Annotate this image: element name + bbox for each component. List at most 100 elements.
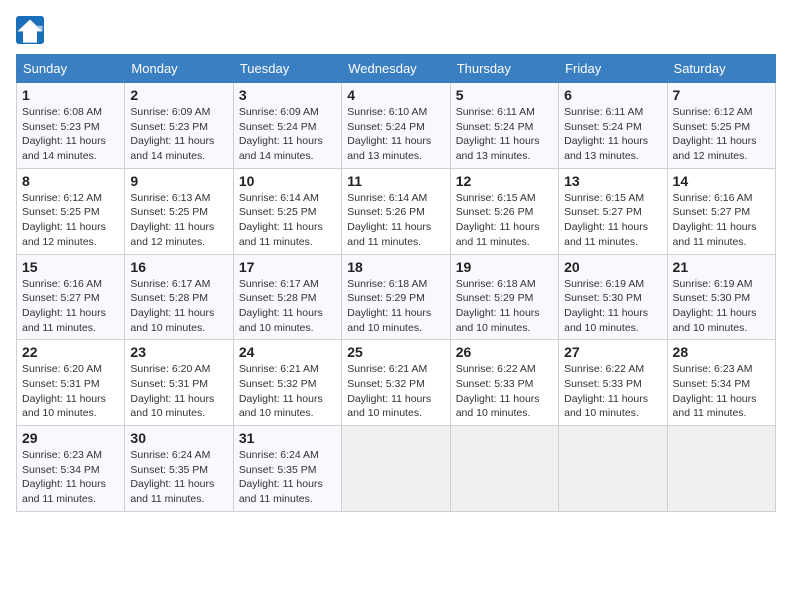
day-number: 27 bbox=[564, 344, 661, 360]
day-number: 13 bbox=[564, 173, 661, 189]
day-number: 1 bbox=[22, 87, 119, 103]
day-number: 28 bbox=[673, 344, 770, 360]
day-info: Sunrise: 6:09 AM Sunset: 5:24 PM Dayligh… bbox=[239, 105, 336, 164]
calendar-cell: 21 Sunrise: 6:19 AM Sunset: 5:30 PM Dayl… bbox=[667, 254, 775, 340]
logo bbox=[16, 16, 48, 44]
day-info: Sunrise: 6:21 AM Sunset: 5:32 PM Dayligh… bbox=[347, 362, 444, 421]
day-number: 16 bbox=[130, 259, 227, 275]
calendar-row-3: 22 Sunrise: 6:20 AM Sunset: 5:31 PM Dayl… bbox=[17, 340, 776, 426]
day-info: Sunrise: 6:24 AM Sunset: 5:35 PM Dayligh… bbox=[130, 448, 227, 507]
calendar-row-2: 15 Sunrise: 6:16 AM Sunset: 5:27 PM Dayl… bbox=[17, 254, 776, 340]
calendar-cell: 23 Sunrise: 6:20 AM Sunset: 5:31 PM Dayl… bbox=[125, 340, 233, 426]
day-info: Sunrise: 6:15 AM Sunset: 5:26 PM Dayligh… bbox=[456, 191, 553, 250]
calendar-cell: 6 Sunrise: 6:11 AM Sunset: 5:24 PM Dayli… bbox=[559, 83, 667, 169]
calendar-table: SundayMondayTuesdayWednesdayThursdayFrid… bbox=[16, 54, 776, 512]
day-info: Sunrise: 6:18 AM Sunset: 5:29 PM Dayligh… bbox=[347, 277, 444, 336]
day-info: Sunrise: 6:22 AM Sunset: 5:33 PM Dayligh… bbox=[564, 362, 661, 421]
day-info: Sunrise: 6:11 AM Sunset: 5:24 PM Dayligh… bbox=[564, 105, 661, 164]
calendar-cell: 14 Sunrise: 6:16 AM Sunset: 5:27 PM Dayl… bbox=[667, 168, 775, 254]
day-info: Sunrise: 6:23 AM Sunset: 5:34 PM Dayligh… bbox=[673, 362, 770, 421]
day-number: 30 bbox=[130, 430, 227, 446]
day-info: Sunrise: 6:10 AM Sunset: 5:24 PM Dayligh… bbox=[347, 105, 444, 164]
calendar-cell: 5 Sunrise: 6:11 AM Sunset: 5:24 PM Dayli… bbox=[450, 83, 558, 169]
day-number: 31 bbox=[239, 430, 336, 446]
calendar-cell: 2 Sunrise: 6:09 AM Sunset: 5:23 PM Dayli… bbox=[125, 83, 233, 169]
day-number: 18 bbox=[347, 259, 444, 275]
day-info: Sunrise: 6:20 AM Sunset: 5:31 PM Dayligh… bbox=[22, 362, 119, 421]
day-info: Sunrise: 6:23 AM Sunset: 5:34 PM Dayligh… bbox=[22, 448, 119, 507]
calendar-cell: 20 Sunrise: 6:19 AM Sunset: 5:30 PM Dayl… bbox=[559, 254, 667, 340]
calendar-cell: 19 Sunrise: 6:18 AM Sunset: 5:29 PM Dayl… bbox=[450, 254, 558, 340]
day-number: 9 bbox=[130, 173, 227, 189]
calendar-cell: 15 Sunrise: 6:16 AM Sunset: 5:27 PM Dayl… bbox=[17, 254, 125, 340]
day-number: 29 bbox=[22, 430, 119, 446]
day-info: Sunrise: 6:16 AM Sunset: 5:27 PM Dayligh… bbox=[673, 191, 770, 250]
header-cell-wednesday: Wednesday bbox=[342, 55, 450, 83]
day-info: Sunrise: 6:20 AM Sunset: 5:31 PM Dayligh… bbox=[130, 362, 227, 421]
day-info: Sunrise: 6:09 AM Sunset: 5:23 PM Dayligh… bbox=[130, 105, 227, 164]
day-number: 19 bbox=[456, 259, 553, 275]
day-number: 24 bbox=[239, 344, 336, 360]
calendar-cell bbox=[667, 426, 775, 512]
header-cell-thursday: Thursday bbox=[450, 55, 558, 83]
calendar-cell: 22 Sunrise: 6:20 AM Sunset: 5:31 PM Dayl… bbox=[17, 340, 125, 426]
calendar-cell: 9 Sunrise: 6:13 AM Sunset: 5:25 PM Dayli… bbox=[125, 168, 233, 254]
calendar-cell: 12 Sunrise: 6:15 AM Sunset: 5:26 PM Dayl… bbox=[450, 168, 558, 254]
day-number: 11 bbox=[347, 173, 444, 189]
calendar-row-0: 1 Sunrise: 6:08 AM Sunset: 5:23 PM Dayli… bbox=[17, 83, 776, 169]
header-cell-tuesday: Tuesday bbox=[233, 55, 341, 83]
calendar-cell: 24 Sunrise: 6:21 AM Sunset: 5:32 PM Dayl… bbox=[233, 340, 341, 426]
day-info: Sunrise: 6:24 AM Sunset: 5:35 PM Dayligh… bbox=[239, 448, 336, 507]
day-info: Sunrise: 6:18 AM Sunset: 5:29 PM Dayligh… bbox=[456, 277, 553, 336]
day-number: 14 bbox=[673, 173, 770, 189]
page-header bbox=[16, 16, 776, 44]
day-info: Sunrise: 6:19 AM Sunset: 5:30 PM Dayligh… bbox=[673, 277, 770, 336]
calendar-cell: 31 Sunrise: 6:24 AM Sunset: 5:35 PM Dayl… bbox=[233, 426, 341, 512]
day-info: Sunrise: 6:14 AM Sunset: 5:26 PM Dayligh… bbox=[347, 191, 444, 250]
calendar-cell: 10 Sunrise: 6:14 AM Sunset: 5:25 PM Dayl… bbox=[233, 168, 341, 254]
day-number: 21 bbox=[673, 259, 770, 275]
day-info: Sunrise: 6:17 AM Sunset: 5:28 PM Dayligh… bbox=[239, 277, 336, 336]
calendar-cell: 29 Sunrise: 6:23 AM Sunset: 5:34 PM Dayl… bbox=[17, 426, 125, 512]
calendar-cell: 3 Sunrise: 6:09 AM Sunset: 5:24 PM Dayli… bbox=[233, 83, 341, 169]
day-number: 17 bbox=[239, 259, 336, 275]
day-number: 6 bbox=[564, 87, 661, 103]
day-number: 22 bbox=[22, 344, 119, 360]
day-number: 7 bbox=[673, 87, 770, 103]
day-info: Sunrise: 6:16 AM Sunset: 5:27 PM Dayligh… bbox=[22, 277, 119, 336]
calendar-cell bbox=[450, 426, 558, 512]
calendar-cell: 7 Sunrise: 6:12 AM Sunset: 5:25 PM Dayli… bbox=[667, 83, 775, 169]
calendar-cell: 28 Sunrise: 6:23 AM Sunset: 5:34 PM Dayl… bbox=[667, 340, 775, 426]
calendar-cell bbox=[559, 426, 667, 512]
calendar-cell: 1 Sunrise: 6:08 AM Sunset: 5:23 PM Dayli… bbox=[17, 83, 125, 169]
header-cell-sunday: Sunday bbox=[17, 55, 125, 83]
calendar-cell: 27 Sunrise: 6:22 AM Sunset: 5:33 PM Dayl… bbox=[559, 340, 667, 426]
day-number: 3 bbox=[239, 87, 336, 103]
day-info: Sunrise: 6:19 AM Sunset: 5:30 PM Dayligh… bbox=[564, 277, 661, 336]
day-number: 15 bbox=[22, 259, 119, 275]
day-info: Sunrise: 6:15 AM Sunset: 5:27 PM Dayligh… bbox=[564, 191, 661, 250]
day-number: 23 bbox=[130, 344, 227, 360]
header-cell-saturday: Saturday bbox=[667, 55, 775, 83]
calendar-cell: 13 Sunrise: 6:15 AM Sunset: 5:27 PM Dayl… bbox=[559, 168, 667, 254]
calendar-cell: 30 Sunrise: 6:24 AM Sunset: 5:35 PM Dayl… bbox=[125, 426, 233, 512]
header-cell-monday: Monday bbox=[125, 55, 233, 83]
calendar-cell: 18 Sunrise: 6:18 AM Sunset: 5:29 PM Dayl… bbox=[342, 254, 450, 340]
calendar-cell: 25 Sunrise: 6:21 AM Sunset: 5:32 PM Dayl… bbox=[342, 340, 450, 426]
day-info: Sunrise: 6:13 AM Sunset: 5:25 PM Dayligh… bbox=[130, 191, 227, 250]
day-info: Sunrise: 6:21 AM Sunset: 5:32 PM Dayligh… bbox=[239, 362, 336, 421]
calendar-cell: 17 Sunrise: 6:17 AM Sunset: 5:28 PM Dayl… bbox=[233, 254, 341, 340]
day-number: 2 bbox=[130, 87, 227, 103]
calendar-cell: 26 Sunrise: 6:22 AM Sunset: 5:33 PM Dayl… bbox=[450, 340, 558, 426]
day-info: Sunrise: 6:11 AM Sunset: 5:24 PM Dayligh… bbox=[456, 105, 553, 164]
day-info: Sunrise: 6:08 AM Sunset: 5:23 PM Dayligh… bbox=[22, 105, 119, 164]
day-number: 12 bbox=[456, 173, 553, 189]
calendar-row-4: 29 Sunrise: 6:23 AM Sunset: 5:34 PM Dayl… bbox=[17, 426, 776, 512]
day-number: 4 bbox=[347, 87, 444, 103]
day-number: 5 bbox=[456, 87, 553, 103]
day-number: 8 bbox=[22, 173, 119, 189]
calendar-header: SundayMondayTuesdayWednesdayThursdayFrid… bbox=[17, 55, 776, 83]
day-info: Sunrise: 6:14 AM Sunset: 5:25 PM Dayligh… bbox=[239, 191, 336, 250]
day-number: 25 bbox=[347, 344, 444, 360]
day-info: Sunrise: 6:17 AM Sunset: 5:28 PM Dayligh… bbox=[130, 277, 227, 336]
